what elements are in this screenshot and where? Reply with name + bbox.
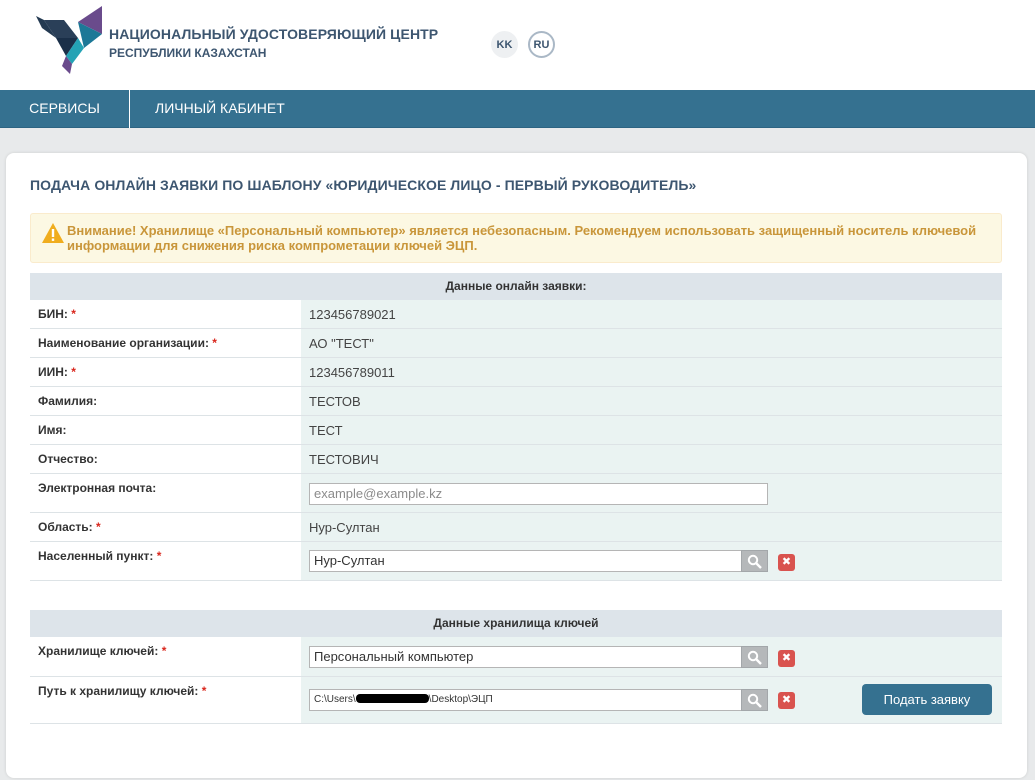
- keystore-cell: Персональный компьютер ✖: [301, 637, 1002, 676]
- search-icon: [747, 650, 762, 665]
- close-icon: ✖: [781, 694, 792, 706]
- locality-clear-button[interactable]: ✖: [778, 554, 795, 571]
- locality-cell: Нур-Султан ✖: [301, 542, 1002, 580]
- ca-logo[interactable]: [36, 4, 104, 74]
- close-icon: ✖: [781, 652, 792, 664]
- row-keystore: Хранилище ключей: * Персональный компьют…: [30, 637, 1002, 677]
- locality-search-button[interactable]: [741, 550, 768, 572]
- region-value: Нур-Султан: [301, 513, 1002, 541]
- lang-ru-button[interactable]: RU: [528, 31, 555, 58]
- bin-label: БИН: *: [30, 300, 301, 328]
- region-label: Область: *: [30, 513, 301, 541]
- close-icon: ✖: [781, 556, 792, 568]
- brand-line-1: НАЦИОНАЛЬНЫЙ УДОСТОВЕРЯЮЩИЙ ЦЕНТР: [109, 26, 439, 42]
- row-keystore-path: Путь к хранилищу ключей: * C:\Users\ \Des…: [30, 677, 1002, 724]
- keystore-path-search-button[interactable]: [741, 689, 768, 711]
- row-bin: БИН: * 123456789021: [30, 300, 1002, 329]
- keystore-path-clear-button[interactable]: ✖: [778, 692, 795, 709]
- section-application-heading: Данные онлайн заявки:: [30, 273, 1002, 300]
- locality-input[interactable]: Нур-Султан: [309, 550, 768, 572]
- bin-value: 123456789021: [301, 300, 1002, 328]
- nav-services[interactable]: СЕРВИСЫ: [0, 90, 130, 128]
- submit-application-button[interactable]: Подать заявку: [862, 684, 992, 715]
- keystore-path-label: Путь к хранилищу ключей: *: [30, 677, 301, 723]
- required-mark: *: [161, 644, 167, 658]
- keystore-clear-button[interactable]: ✖: [778, 650, 795, 667]
- surname-label: Фамилия:: [30, 387, 301, 415]
- surname-value: ТЕСТОВ: [301, 387, 1002, 415]
- required-mark: *: [71, 365, 76, 379]
- email-label: Электронная почта:: [30, 474, 301, 512]
- row-iin: ИИН: * 123456789011: [30, 358, 1002, 387]
- org-name-label: Наименование организации: *: [30, 329, 301, 357]
- keystore-input[interactable]: Персональный компьютер: [309, 646, 768, 668]
- page-title: ПОДАЧА ОНЛАЙН ЗАЯВКИ ПО ШАБЛОНУ «ЮРИДИЧЕ…: [30, 177, 697, 193]
- required-mark: *: [156, 549, 162, 563]
- site-header: НАЦИОНАЛЬНЫЙ УДОСТОВЕРЯЮЩИЙ ЦЕНТР РЕСПУБ…: [0, 0, 1035, 90]
- row-email: Электронная почта: example@example.kz: [30, 474, 1002, 513]
- keystore-label: Хранилище ключей: *: [30, 637, 301, 676]
- required-mark: *: [201, 684, 207, 698]
- row-patronymic: Отчество: ТЕСТОВИЧ: [30, 445, 1002, 474]
- redacted-username: [355, 694, 429, 703]
- keystore-search-button[interactable]: [741, 646, 768, 668]
- email-field[interactable]: example@example.kz: [309, 483, 768, 505]
- patronymic-label: Отчество:: [30, 445, 301, 473]
- row-surname: Фамилия: ТЕСТОВ: [30, 387, 1002, 416]
- org-name-value: АО "ТЕСТ": [301, 329, 1002, 357]
- application-card: ПОДАЧА ОНЛАЙН ЗАЯВКИ ПО ШАБЛОНУ «ЮРИДИЧЕ…: [6, 153, 1027, 778]
- row-region: Область: * Нур-Султан: [30, 513, 1002, 542]
- row-locality: Населенный пункт: * Нур-Султан ✖: [30, 542, 1002, 581]
- brand-name: НАЦИОНАЛЬНЫЙ УДОСТОВЕРЯЮЩИЙ ЦЕНТР РЕСПУБ…: [109, 26, 438, 60]
- required-mark: *: [71, 307, 76, 321]
- section-keystore-heading: Данные хранилища ключей: [30, 610, 1002, 637]
- required-mark: *: [212, 336, 217, 350]
- lang-kk-button[interactable]: KK: [491, 31, 518, 58]
- iin-value: 123456789011: [301, 358, 1002, 386]
- search-icon: [747, 554, 762, 569]
- brand-line-2: РЕСПУБЛИКИ КАЗАХСТАН: [109, 46, 267, 60]
- warning-icon: [42, 223, 64, 243]
- path-suffix: \Desktop\ЭЦП: [428, 694, 493, 705]
- main-nav: СЕРВИСЫ ЛИЧНЫЙ КАБИНЕТ: [0, 90, 1035, 128]
- email-cell: example@example.kz: [301, 474, 1002, 512]
- nav-personal-cabinet[interactable]: ЛИЧНЫЙ КАБИНЕТ: [155, 90, 285, 128]
- warning-text: Внимание! Хранилище «Персональный компью…: [67, 223, 977, 253]
- patronymic-value: ТЕСТОВИЧ: [301, 445, 1002, 473]
- security-warning: Внимание! Хранилище «Персональный компью…: [30, 213, 1002, 263]
- keystore-path-input[interactable]: C:\Users\ \Desktop\ЭЦП: [309, 689, 768, 711]
- locality-label: Населенный пункт: *: [30, 542, 301, 580]
- row-org-name: Наименование организации: * АО "ТЕСТ": [30, 329, 1002, 358]
- iin-label: ИИН: *: [30, 358, 301, 386]
- required-mark: *: [96, 520, 101, 534]
- path-prefix: C:\Users\: [314, 694, 356, 705]
- name-value: ТЕСТ: [301, 416, 1002, 444]
- name-label: Имя:: [30, 416, 301, 444]
- row-name: Имя: ТЕСТ: [30, 416, 1002, 445]
- search-icon: [747, 693, 762, 708]
